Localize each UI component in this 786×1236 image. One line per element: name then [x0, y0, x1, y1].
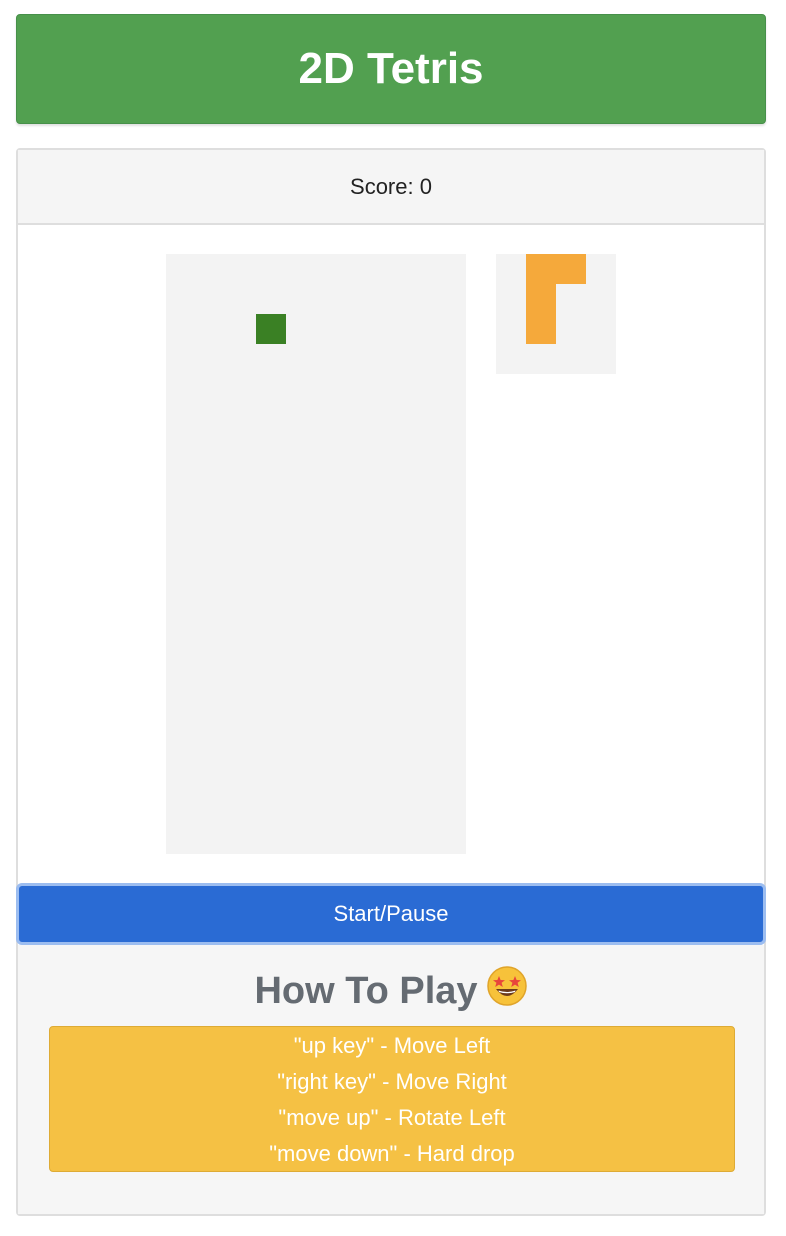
- start-pause-button[interactable]: Start/Pause: [16, 883, 766, 945]
- how-to-play-heading: How To Play: [18, 965, 764, 1017]
- star-struck-face-icon: [486, 965, 528, 1017]
- game-card: Score: 0 Start/Pause How To Play "up key…: [16, 148, 766, 1216]
- title-banner: 2D Tetris: [16, 14, 766, 124]
- score-value: 0: [419, 173, 432, 199]
- score-bar: Score: 0: [18, 150, 764, 225]
- instruction-item: "right key" - Move Right: [277, 1069, 507, 1094]
- next-piece-block: [556, 254, 586, 284]
- how-to-play-section: How To Play "up key" - Move Left "right …: [18, 945, 764, 1214]
- instruction-item: "move up" - Rotate Left: [278, 1105, 506, 1130]
- instructions-box: "up key" - Move Left "right key" - Move …: [49, 1026, 735, 1172]
- next-piece-block: [526, 314, 556, 344]
- next-piece-block: [526, 254, 556, 284]
- next-piece-preview: [496, 254, 616, 374]
- instruction-item: "up key" - Move Left: [293, 1033, 491, 1058]
- how-to-play-title: How To Play: [254, 970, 478, 1012]
- instruction-item: "move down" - Hard drop: [269, 1141, 515, 1166]
- board-block: [256, 314, 286, 344]
- game-board[interactable]: [166, 254, 466, 854]
- next-piece-block: [526, 284, 556, 314]
- page-title: 2D Tetris: [298, 44, 484, 93]
- score-label: Score:: [350, 173, 414, 199]
